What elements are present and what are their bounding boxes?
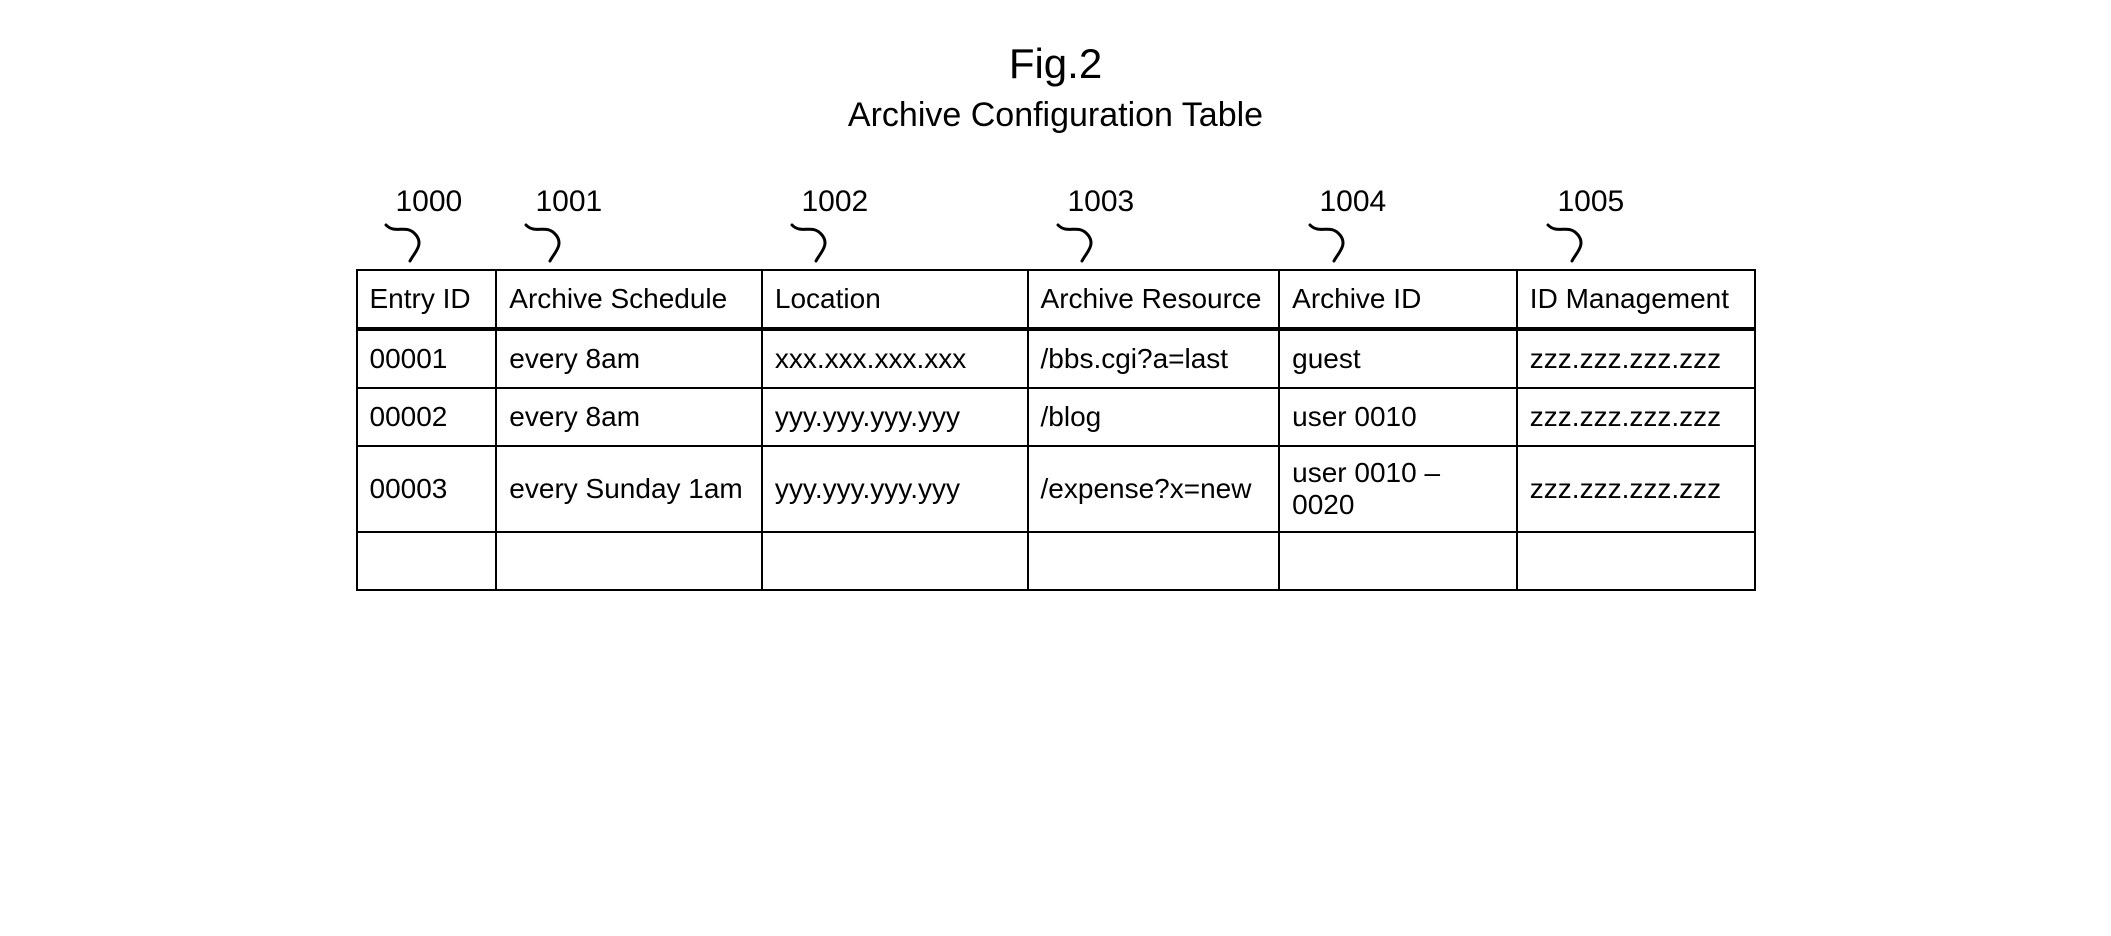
column-reference-labels: 1000 1001 1002 1003 1004 <box>356 185 1756 263</box>
cell-archive-id: user 0010 – 0020 <box>1279 446 1517 532</box>
table-row: 00001 every 8am xxx.xxx.xxx.xxx /bbs.cgi… <box>357 329 1755 388</box>
col-ref-1: 1001 <box>536 185 603 219</box>
leader-squiggle-icon <box>782 223 842 263</box>
col-ref-5: 1005 <box>1558 185 1625 219</box>
cell-entry-id: 00002 <box>357 388 497 446</box>
header-archive-schedule: Archive Schedule <box>496 270 762 329</box>
col-ref-4: 1004 <box>1320 185 1387 219</box>
cell-archive-schedule <box>496 532 762 590</box>
leader-squiggle-icon <box>516 223 576 263</box>
cell-archive-resource: /expense?x=new <box>1028 446 1280 532</box>
cell-location: yyy.yyy.yyy.yyy <box>762 446 1028 532</box>
table-row <box>357 532 1755 590</box>
cell-location: xxx.xxx.xxx.xxx <box>762 329 1028 388</box>
header-id-management: ID Management <box>1517 270 1755 329</box>
header-archive-id: Archive ID <box>1279 270 1517 329</box>
cell-id-management: zzz.zzz.zzz.zzz <box>1517 329 1755 388</box>
table-header-row: Entry ID Archive Schedule Location Archi… <box>357 270 1755 329</box>
col-ref-2: 1002 <box>802 185 869 219</box>
leader-squiggle-icon <box>376 223 436 263</box>
leader-squiggle-icon <box>1300 223 1360 263</box>
cell-archive-resource: /blog <box>1028 388 1280 446</box>
cell-archive-schedule: every 8am <box>496 388 762 446</box>
cell-archive-id: guest <box>1279 329 1517 388</box>
cell-id-management: zzz.zzz.zzz.zzz <box>1517 446 1755 532</box>
cell-archive-resource <box>1028 532 1280 590</box>
col-ref-3: 1003 <box>1068 185 1135 219</box>
header-location: Location <box>762 270 1028 329</box>
table-row: 00002 every 8am yyy.yyy.yyy.yyy /blog us… <box>357 388 1755 446</box>
cell-entry-id <box>357 532 497 590</box>
cell-id-management <box>1517 532 1755 590</box>
cell-entry-id: 00001 <box>357 329 497 388</box>
table-row: 00003 every Sunday 1am yyy.yyy.yyy.yyy /… <box>357 446 1755 532</box>
archive-config-table: Entry ID Archive Schedule Location Archi… <box>356 269 1756 591</box>
figure-title: Archive Configuration Table <box>356 96 1756 135</box>
header-entry-id: Entry ID <box>357 270 497 329</box>
cell-entry-id: 00003 <box>357 446 497 532</box>
leader-squiggle-icon <box>1538 223 1598 263</box>
cell-archive-schedule: every Sunday 1am <box>496 446 762 532</box>
cell-location <box>762 532 1028 590</box>
header-archive-resource: Archive Resource <box>1028 270 1280 329</box>
cell-archive-id <box>1279 532 1517 590</box>
figure-label: Fig.2 <box>356 40 1756 88</box>
cell-archive-schedule: every 8am <box>496 329 762 388</box>
cell-archive-id: user 0010 <box>1279 388 1517 446</box>
col-ref-0: 1000 <box>396 185 463 219</box>
cell-id-management: zzz.zzz.zzz.zzz <box>1517 388 1755 446</box>
leader-squiggle-icon <box>1048 223 1108 263</box>
cell-archive-resource: /bbs.cgi?a=last <box>1028 329 1280 388</box>
cell-location: yyy.yyy.yyy.yyy <box>762 388 1028 446</box>
